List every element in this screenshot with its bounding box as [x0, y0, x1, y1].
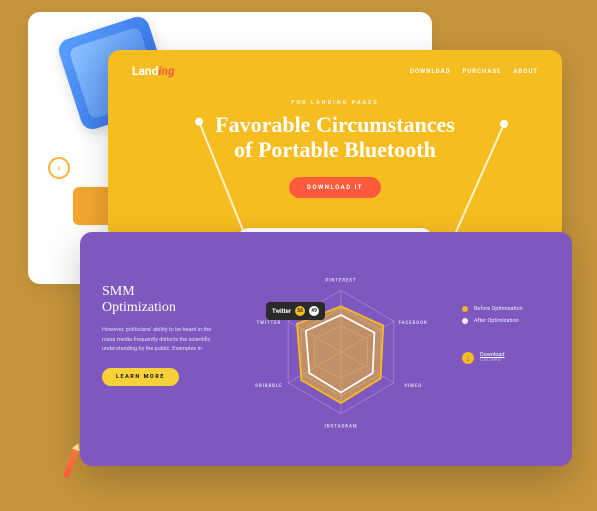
legend-before: Before Optimization	[462, 306, 554, 312]
download-meta: CSV, 29KB	[480, 358, 504, 363]
legend-dot-yellow-icon	[462, 306, 468, 312]
hero-headline-l1: Favorable Circumstances	[108, 112, 562, 137]
axis-instagram: INSTAGRAM	[324, 425, 357, 430]
download-link[interactable]: ↓ Download CSV, 29KB	[462, 352, 554, 364]
axis-vimeo: VIMEO	[404, 384, 422, 389]
tooltip-value-after: 49	[309, 306, 319, 316]
analytics-right-col: Before Optimization After Optimization ↓…	[462, 232, 572, 466]
logo-part-land: Land	[132, 64, 158, 78]
radar-svg: PINTEREST FACEBOOK VIMEO INSTAGRAM DRIBB…	[253, 264, 429, 440]
axis-dribbble: DRIBBBLE	[255, 384, 282, 389]
decorative-pencil-icon	[63, 448, 79, 478]
nav-about[interactable]: ABOUT	[513, 68, 538, 75]
axis-pinterest: PINTEREST	[326, 279, 357, 284]
nav-download[interactable]: DOWNLOAD	[410, 68, 451, 75]
analytics-title-l2: Optimization	[102, 300, 220, 316]
analytics-card-purple: SMM Optimization However, politicians' a…	[80, 232, 572, 466]
analytics-description: However, politicians' ability to be hear…	[102, 326, 212, 354]
legend-after: After Optimization	[462, 318, 554, 324]
logo[interactable]: Landing	[132, 64, 175, 78]
legend-dot-white-icon	[462, 318, 468, 324]
carousel-prev-button[interactable]: ‹	[48, 157, 70, 179]
tooltip-label: Twitter	[272, 308, 291, 315]
download-text: Download CSV, 29KB	[480, 352, 504, 363]
tooltip-value-before: 56	[295, 306, 305, 316]
hero-headline: Favorable Circumstances of Portable Blue…	[108, 112, 562, 163]
analytics-left-col: SMM Optimization However, politicians' a…	[80, 232, 220, 466]
hero-card-yellow: Landing DOWNLOAD PURCHASE ABOUT FOR LAND…	[108, 50, 562, 240]
chevron-left-icon: ‹	[57, 161, 61, 175]
hero-nav: DOWNLOAD PURCHASE ABOUT	[410, 68, 538, 75]
nav-purchase[interactable]: PURCHASE	[463, 68, 502, 75]
radar-series-before	[297, 306, 383, 403]
radar-tooltip: Twitter 56 49	[266, 302, 325, 320]
radar-chart: PINTEREST FACEBOOK VIMEO INSTAGRAM DRIBB…	[253, 264, 429, 440]
learn-more-button[interactable]: LEARN MORE	[102, 368, 179, 386]
radar-chart-container: PINTEREST FACEBOOK VIMEO INSTAGRAM DRIBB…	[220, 232, 462, 466]
hero-header: Landing DOWNLOAD PURCHASE ABOUT	[108, 50, 562, 78]
logo-part-ing: ing	[158, 64, 174, 78]
hero-cta-button[interactable]: DOWNLOAD IT	[289, 177, 381, 198]
analytics-title: SMM Optimization	[102, 284, 220, 316]
legend-after-label: After Optimization	[474, 318, 519, 324]
legend-before-label: Before Optimization	[474, 306, 523, 312]
analytics-title-l1: SMM	[102, 284, 220, 300]
download-icon: ↓	[462, 352, 474, 364]
axis-facebook: FACEBOOK	[399, 321, 428, 326]
hero-eyebrow: FOR LANDING PAGES	[108, 100, 562, 106]
axis-twitter: TWITTER	[256, 321, 281, 326]
